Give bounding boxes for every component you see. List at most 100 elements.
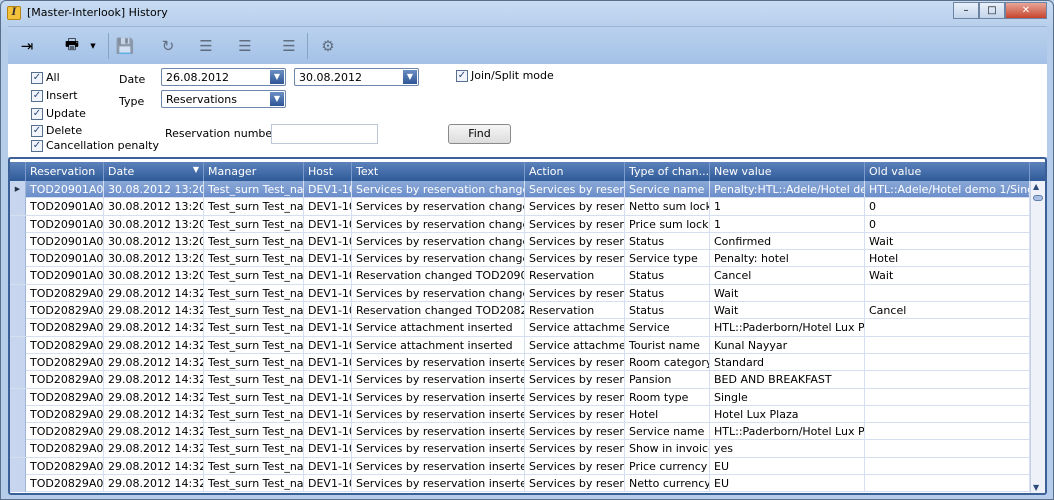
table-row[interactable]: TOD20901A0730.08.2012 13:20:46Test_surn …	[10, 215, 1030, 233]
table-row[interactable]: TOD20829A0229.08.2012 14:32:01Test_surn …	[10, 336, 1030, 354]
cell-manager[interactable]: Test_surn Test_name	[204, 371, 304, 389]
cell-new-value[interactable]: Penalty:HTL::Adele/Hotel demo...	[710, 181, 865, 198]
cell-action[interactable]: Services by reserva...	[525, 475, 625, 493]
cell-action[interactable]: Services by reserva...	[525, 457, 625, 475]
cell-manager[interactable]: Test_surn Test_name	[204, 319, 304, 337]
cell-old-value[interactable]	[865, 440, 1030, 458]
cell-date[interactable]: 30.08.2012 13:20:46	[104, 215, 204, 233]
cell-text[interactable]: Reservation changed TOD20901A07	[352, 267, 525, 285]
cell-new-value[interactable]: HTL::Paderborn/Hotel Lux Plaza...	[710, 423, 865, 441]
cell-action[interactable]: Services by reserva...	[525, 405, 625, 423]
close-button[interactable]: ✕	[1005, 2, 1047, 19]
cell-new-value[interactable]: Hotel Lux Plaza	[710, 405, 865, 423]
cell-old-value[interactable]: Hotel	[865, 250, 1030, 268]
cell-new-value[interactable]: Penalty: hotel	[710, 250, 865, 268]
cell-type-of-chan-[interactable]: Service type	[625, 250, 710, 268]
cell-date[interactable]: 29.08.2012 14:32:01	[104, 371, 204, 389]
cell-type-of-chan-[interactable]: Hotel	[625, 405, 710, 423]
row-selector[interactable]	[10, 267, 26, 285]
cell-manager[interactable]: Test_surn Test_name	[204, 475, 304, 493]
cell-text[interactable]: Services by reservation changed	[352, 284, 525, 302]
table-row[interactable]: TOD20829A0229.08.2012 14:32:01Test_surn …	[10, 475, 1030, 493]
cell-date[interactable]: 29.08.2012 14:32:02	[104, 284, 204, 302]
cell-action[interactable]: Services by reserva...	[525, 440, 625, 458]
cell-date[interactable]: 29.08.2012 14:32:01	[104, 336, 204, 354]
column-header-0[interactable]: Reservation	[26, 162, 104, 181]
cell-old-value[interactable]: 0	[865, 215, 1030, 233]
cell-old-value[interactable]	[865, 405, 1030, 423]
cell-type-of-chan-[interactable]: Service	[625, 319, 710, 337]
cell-manager[interactable]: Test_surn Test_name	[204, 302, 304, 320]
cell-type-of-chan-[interactable]: Price currency	[625, 457, 710, 475]
cell-reservation[interactable]: TOD20901A07	[26, 198, 104, 216]
cell-action[interactable]: Services by reserva...	[525, 215, 625, 233]
row-selector[interactable]	[10, 232, 26, 250]
cell-host[interactable]: DEV1-10	[304, 475, 352, 493]
row-selector[interactable]	[10, 475, 26, 493]
cell-type-of-chan-[interactable]: Pansion	[625, 371, 710, 389]
cell-type-of-chan-[interactable]: Price sum lock	[625, 215, 710, 233]
cell-reservation[interactable]: TOD20901A07	[26, 181, 104, 198]
find-button[interactable]: Find	[448, 124, 511, 144]
table-row[interactable]: TOD20829A0229.08.2012 14:32:01Test_surn …	[10, 405, 1030, 424]
cell-text[interactable]: Services by reservation changed TO...	[352, 215, 525, 233]
table-row[interactable]: TOD20829A0229.08.2012 14:32:01Test_surn …	[10, 353, 1030, 372]
row-selector[interactable]	[10, 284, 26, 302]
column-header-2[interactable]: Manager	[204, 162, 304, 181]
cell-new-value[interactable]: 1	[710, 215, 865, 233]
cell-manager[interactable]: Test_surn Test_name	[204, 181, 304, 198]
cell-old-value[interactable]: 0	[865, 198, 1030, 216]
row-selector[interactable]	[10, 457, 26, 475]
cell-type-of-chan-[interactable]: Status	[625, 267, 710, 285]
cell-action[interactable]: Services by reserva...	[525, 198, 625, 216]
reservation-number-input[interactable]	[271, 124, 378, 144]
cell-action[interactable]: Services by reserva...	[525, 353, 625, 371]
cell-new-value[interactable]: Wait	[710, 284, 865, 302]
cell-text[interactable]: Services by reservation changed TO...	[352, 198, 525, 216]
cell-type-of-chan-[interactable]: Status	[625, 284, 710, 302]
table-row[interactable]: TOD20829A0229.08.2012 14:32:02Test_surn …	[10, 302, 1030, 320]
filter-checkbox-delete[interactable]: ✓ Delete	[31, 124, 82, 137]
type-select[interactable]: Reservations ▼	[161, 90, 286, 108]
cell-reservation[interactable]: TOD20829A02	[26, 405, 104, 423]
cell-host[interactable]: DEV1-10	[304, 371, 352, 389]
cell-type-of-chan-[interactable]: Status	[625, 302, 710, 320]
cell-host[interactable]: DEV1-10	[304, 181, 352, 198]
move-row-icon[interactable]: ☰	[234, 35, 256, 57]
cell-type-of-chan-[interactable]: Show in invoice	[625, 440, 710, 458]
column-header-7[interactable]: New value	[710, 162, 865, 181]
cell-date[interactable]: 29.08.2012 14:32:01	[104, 319, 204, 337]
row-selector[interactable]	[10, 353, 26, 371]
cell-host[interactable]: DEV1-10	[304, 353, 352, 371]
chevron-down-icon[interactable]: ▼	[270, 70, 284, 84]
cell-new-value[interactable]: EU	[710, 457, 865, 475]
cell-text[interactable]: Reservation changed TOD20829A02	[352, 302, 525, 320]
row-selector[interactable]: ▶	[10, 181, 26, 198]
table-row[interactable]: TOD20901A0730.08.2012 13:20:46Test_surn …	[10, 250, 1030, 268]
date-from-picker[interactable]: 26.08.2012 ▼	[161, 68, 286, 86]
cell-text[interactable]: Services by reservation inserted	[352, 457, 525, 475]
cell-date[interactable]: 30.08.2012 13:20:46	[104, 232, 204, 250]
cell-new-value[interactable]: yes	[710, 440, 865, 458]
cell-action[interactable]: Services by reserva...	[525, 232, 625, 250]
cell-type-of-chan-[interactable]: Status	[625, 232, 710, 250]
column-header-6[interactable]: Type of chan...	[625, 162, 710, 181]
cell-old-value[interactable]	[865, 475, 1030, 493]
refresh-icon[interactable]: ↻	[157, 35, 179, 57]
table-row[interactable]: TOD20829A0229.08.2012 14:32:01Test_surn …	[10, 423, 1030, 441]
cell-action[interactable]: Services by reserva...	[525, 284, 625, 302]
cell-action[interactable]: Services by reserva...	[525, 250, 625, 268]
table-row[interactable]: TOD20829A0229.08.2012 14:32:02Test_surn …	[10, 284, 1030, 303]
cell-action[interactable]: Services by reserva...	[525, 371, 625, 389]
scroll-thumb[interactable]	[1033, 195, 1043, 201]
cell-text[interactable]: Services by reservation inserted	[352, 405, 525, 423]
cell-new-value[interactable]: EU	[710, 475, 865, 493]
table-row[interactable]: TOD20829A0229.08.2012 14:32:01Test_surn …	[10, 440, 1030, 458]
cell-text[interactable]: Services by reservation changed TO...	[352, 181, 525, 198]
cell-old-value[interactable]: Wait	[865, 232, 1030, 250]
exit-icon[interactable]: ⇥	[16, 35, 38, 57]
filter-checkbox-insert[interactable]: ✓ Insert	[31, 89, 78, 102]
vertical-scrollbar[interactable]: ▲ ▼	[1030, 181, 1045, 493]
cell-action[interactable]: Services by reserva...	[525, 423, 625, 441]
cell-host[interactable]: DEV1-10	[304, 319, 352, 337]
